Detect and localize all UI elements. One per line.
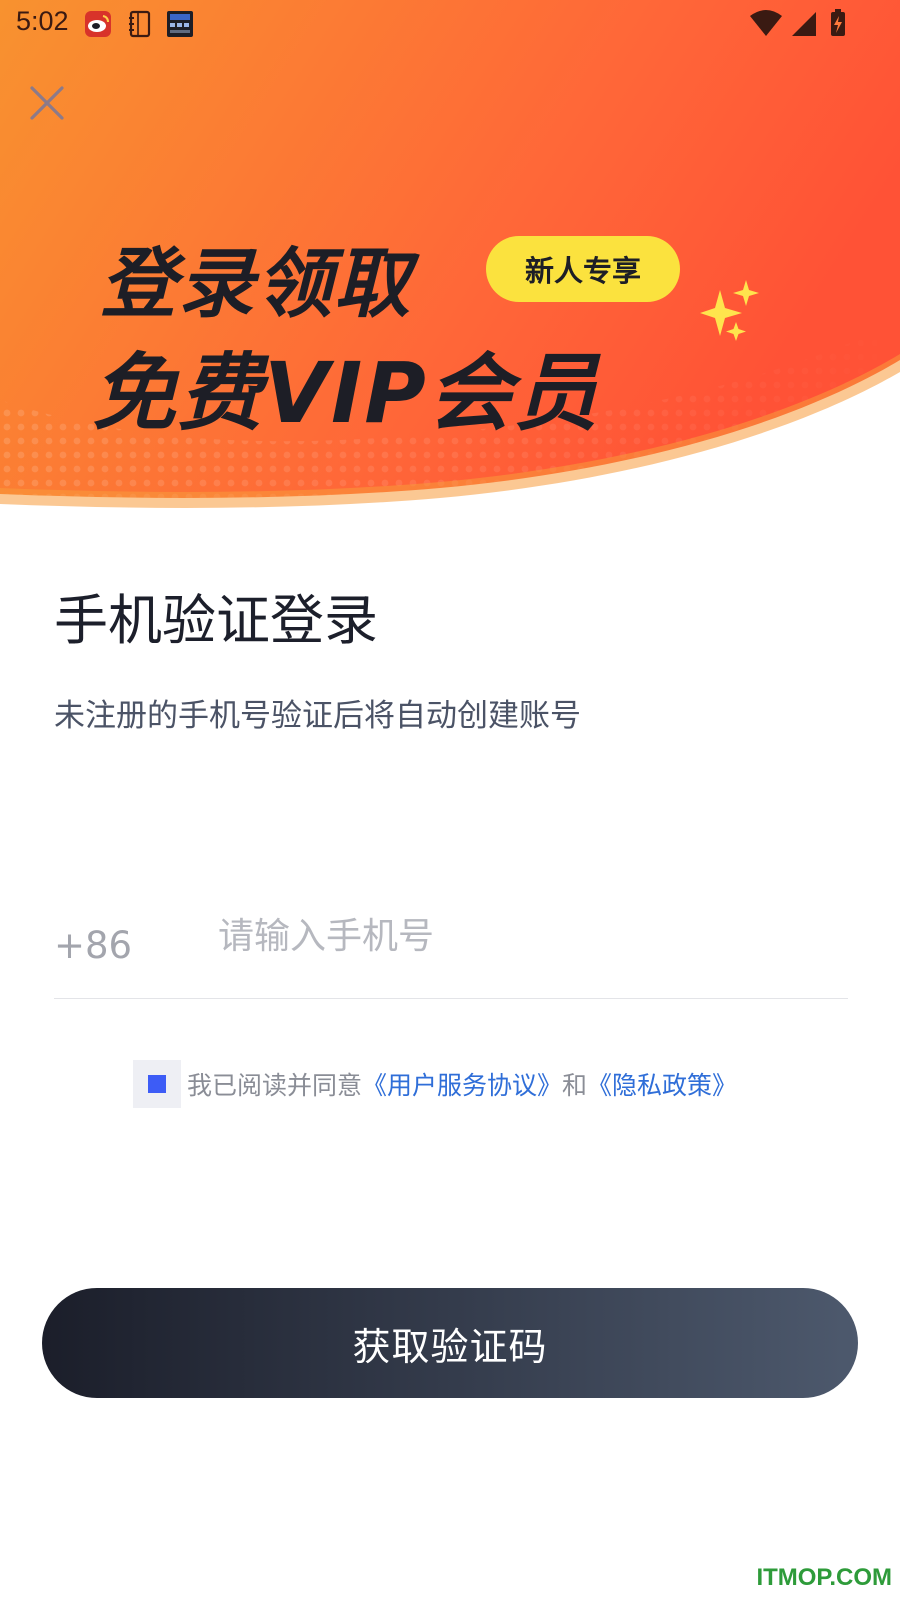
signal-icon [792, 12, 816, 36]
terms-link[interactable]: 《用户服务协议》 [362, 1066, 562, 1102]
phone-input-row: +86 [54, 900, 848, 999]
battery-charging-icon [831, 9, 845, 36]
sina-icon [85, 11, 111, 37]
promo-banner: 5:02 登录领取 新人专享 免费VIP会员 [0, 0, 900, 520]
watermark: ITMOP.COM [756, 1564, 892, 1591]
status-bar: 5:02 [0, 0, 900, 48]
sparkle-icon [700, 280, 759, 341]
country-code[interactable]: +86 [54, 924, 132, 967]
agreement-prefix: 我已阅读并同意 [187, 1071, 363, 1100]
clock-widget-icon [167, 11, 193, 37]
agreement-row: 我已阅读并同意 《用户服务协议》 和 《隐私政策》 [133, 1060, 737, 1108]
close-icon[interactable] [26, 82, 68, 124]
agreement-conjunction: 和 [562, 1071, 588, 1100]
phone-input[interactable] [218, 906, 818, 966]
system-status-icons [750, 9, 845, 36]
banner-headline-line2: 免费VIP会员 [92, 344, 600, 442]
agree-checkbox[interactable] [133, 1060, 181, 1108]
checkbox-indicator [148, 1075, 166, 1093]
status-time: 5:02 [16, 6, 69, 36]
notebook-icon [129, 10, 151, 38]
privacy-link[interactable]: 《隐私政策》 [587, 1066, 737, 1102]
get-code-button[interactable]: 获取验证码 [42, 1288, 858, 1398]
new-user-badge: 新人专享 [486, 236, 680, 302]
wifi-icon [750, 10, 782, 36]
page-title: 手机验证登录 [54, 589, 378, 652]
page-subtitle: 未注册的手机号验证后将自动创建账号 [54, 698, 581, 734]
